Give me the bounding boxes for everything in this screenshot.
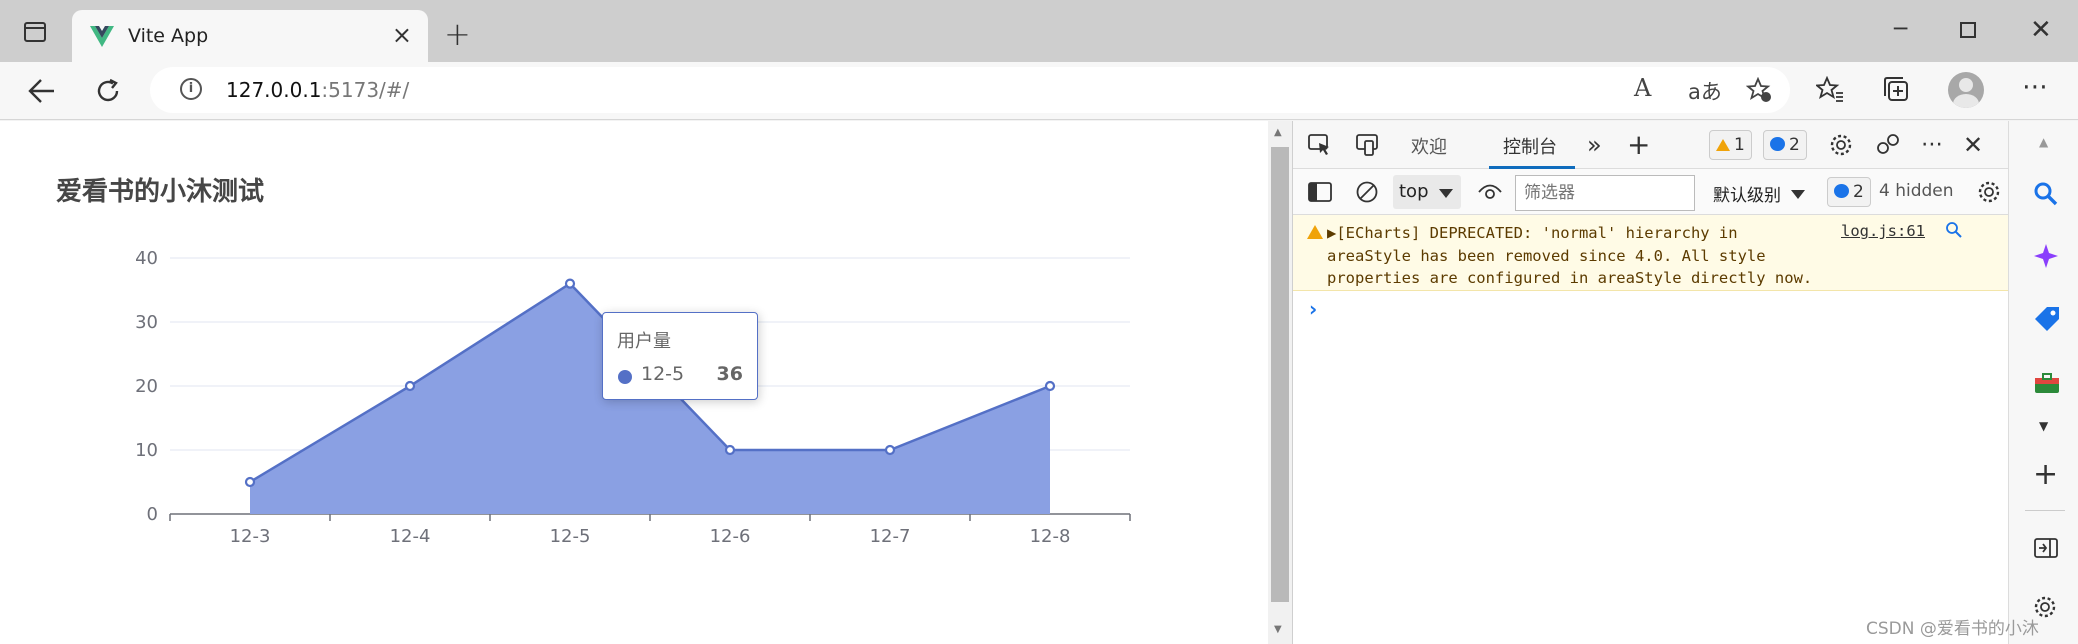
device-emulation-icon[interactable] (1355, 133, 1381, 157)
x-tick-label: 12-6 (710, 526, 751, 547)
hidden-messages-count: 4 hidden (1879, 181, 1954, 201)
page-scrollbar[interactable]: ▲ ▼ (1268, 121, 1292, 644)
sidebar-divider (2025, 510, 2065, 511)
reload-icon[interactable] (94, 77, 122, 105)
x-tick-label: 12-8 (1030, 526, 1071, 547)
tab-title: Vite App (128, 25, 209, 47)
data-point (244, 476, 256, 488)
issues-badge[interactable]: 2 (1827, 177, 1871, 207)
tooltip-series-marker (618, 370, 632, 384)
address-bar[interactable]: i 127.0.0.1:5173/#/ A aあ (150, 67, 1790, 113)
devtools-tab-bar: 欢迎 控制台 » + 1 2 ⋯ ✕ (1293, 121, 2009, 169)
window-maximize-button[interactable] (1960, 22, 1976, 38)
messages-badge[interactable]: 2 (1763, 130, 1807, 160)
window-close-button[interactable]: ✕ (2030, 16, 2052, 44)
tab-close-icon[interactable]: × (392, 22, 412, 48)
sidebar-scroll-up-icon[interactable]: ▲ (2039, 135, 2048, 149)
data-point (564, 278, 576, 289)
data-point (724, 444, 736, 456)
connect-device-icon[interactable] (1875, 133, 1901, 157)
x-tick-label: 12-3 (230, 526, 271, 547)
sidebar-scroll-down-icon[interactable]: ▼ (2039, 419, 2048, 433)
warning-text: ▶[ECharts] DEPRECATED: 'normal' hierarch… (1327, 224, 1813, 287)
page-viewport: 爱看书的小沐测试 0 10 20 30 40 12-3 12-4 12-5 12-6 12-7 12… (0, 121, 1268, 644)
y-tick-label: 30 (135, 312, 158, 333)
log-level-select[interactable]: 默认级别 (1713, 181, 1805, 206)
tools-briefcase-icon[interactable] (2033, 373, 2061, 393)
hide-sidebar-icon[interactable] (2033, 537, 2059, 559)
add-tab-icon[interactable]: + (1627, 131, 1650, 159)
devtools-close-icon[interactable]: ✕ (1963, 131, 1983, 159)
search-icon[interactable] (2033, 181, 2059, 207)
read-aloud-icon[interactable]: A (1634, 74, 1651, 102)
console-warning-message[interactable]: ▶[ECharts] DEPRECATED: 'normal' hierarch… (1293, 215, 2009, 291)
data-point (1044, 380, 1056, 392)
message-icon (1770, 137, 1785, 151)
new-tab-button[interactable]: + (444, 18, 471, 50)
console-settings-gear-icon[interactable] (1977, 180, 2001, 204)
sidebar-toggle-icon[interactable] (1307, 181, 1333, 203)
y-tick-label: 10 (135, 440, 158, 461)
more-tabs-icon[interactable]: » (1587, 131, 1602, 159)
console-filter-input[interactable] (1515, 175, 1695, 211)
search-icon[interactable] (1945, 221, 1963, 239)
devtools-more-icon[interactable]: ⋯ (1921, 131, 1943, 159)
x-tick-label: 12-4 (390, 526, 431, 547)
back-icon[interactable] (28, 78, 56, 104)
data-point (404, 380, 416, 392)
x-tick-label: 12-7 (870, 526, 911, 547)
devtools-panel: 欢迎 控制台 » + 1 2 ⋯ ✕ top 筛选器 默认级别 2 4 hidd… (1292, 121, 2009, 644)
collections-icon[interactable] (1882, 76, 1910, 104)
add-sidebar-app-icon[interactable]: + (2033, 460, 2058, 490)
settings-gear-icon[interactable] (1829, 133, 1853, 157)
scroll-down-arrow-icon[interactable]: ▼ (1274, 624, 1282, 635)
console-prompt[interactable]: › (1309, 297, 1317, 321)
scroll-up-arrow-icon[interactable]: ▲ (1274, 127, 1282, 138)
scrollbar-thumb[interactable] (1271, 147, 1289, 602)
tab-welcome[interactable]: 欢迎 (1411, 133, 1447, 159)
more-icon[interactable]: ⋯ (2022, 70, 2048, 104)
y-tick-label: 0 (147, 504, 158, 525)
clear-console-icon[interactable] (1355, 180, 1379, 204)
console-filter-bar: top 默认级别 2 4 hidden (1293, 169, 2009, 215)
warning-icon (1716, 139, 1730, 151)
chevron-down-icon (1791, 190, 1805, 199)
vue-logo-icon (90, 26, 114, 47)
tab-strip: Vite App × + ─ ✕ (0, 0, 2078, 62)
warning-icon (1307, 225, 1323, 239)
favorite-add-icon[interactable] (1746, 77, 1772, 103)
y-tick-label: 20 (135, 376, 158, 397)
tooltip-value: 36 (716, 363, 743, 385)
browser-toolbar: i 127.0.0.1:5173/#/ A aあ ⋯ (0, 62, 2078, 120)
copilot-sparkle-icon[interactable] (2033, 243, 2059, 269)
edge-sidebar: ▲ ▼ + (2008, 121, 2078, 644)
profile-avatar[interactable] (1948, 72, 1984, 108)
site-info-icon[interactable]: i (180, 78, 202, 100)
warnings-badge[interactable]: 1 (1709, 130, 1752, 160)
context-select[interactable]: top (1393, 175, 1461, 209)
favorites-icon[interactable] (1816, 76, 1844, 104)
tooltip-category: 12-5 (641, 363, 685, 385)
csdn-watermark: CSDN @爱看书的小沐 (1866, 619, 2039, 639)
data-point (884, 444, 896, 456)
tab-console[interactable]: 控制台 (1503, 133, 1557, 159)
live-expression-eye-icon[interactable] (1477, 183, 1503, 201)
chevron-down-icon (1439, 189, 1453, 198)
shopping-tag-icon[interactable] (2033, 305, 2061, 331)
translate-icon[interactable]: aあ (1688, 76, 1722, 106)
inspect-element-icon[interactable] (1307, 133, 1333, 157)
tooltip-series-name: 用户量 (617, 331, 671, 352)
x-tick-label: 12-5 (550, 526, 591, 547)
message-icon (1834, 184, 1849, 198)
y-tick-label: 40 (135, 248, 158, 269)
window-minimize-button[interactable]: ─ (1894, 16, 1907, 44)
tab-actions-button[interactable] (24, 22, 46, 42)
address-url[interactable]: 127.0.0.1:5173/#/ (226, 78, 409, 102)
chart-tooltip: 用户量 12-5 36 (602, 312, 758, 400)
source-link[interactable]: log.js:61 (1841, 222, 1925, 240)
browser-tab-vite-app[interactable]: Vite App × (72, 10, 428, 62)
